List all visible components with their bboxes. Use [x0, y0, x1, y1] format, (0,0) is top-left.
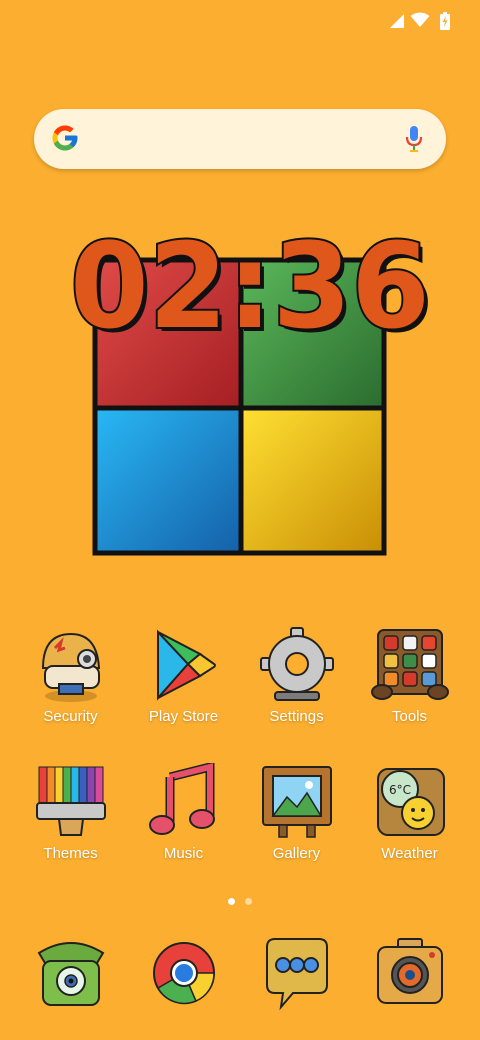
page-indicator[interactable]: [0, 898, 480, 908]
signal-icon: [390, 14, 404, 28]
weather-badge: 6°C: [388, 783, 410, 797]
app-settings[interactable]: Settings: [240, 626, 353, 725]
app-label: Settings: [269, 708, 324, 725]
app-tools[interactable]: Tools: [353, 626, 466, 725]
app-label: Security: [43, 708, 98, 725]
clock-widget[interactable]: 02:36 02:36: [60, 215, 440, 565]
security-miner-icon: [41, 632, 100, 702]
app-music[interactable]: Music: [127, 763, 240, 862]
app-label: Music: [163, 845, 204, 862]
messages-icon: [265, 938, 328, 1011]
clock-time: 02:36: [70, 217, 430, 355]
phone-icon: [37, 942, 104, 1006]
dock-phone[interactable]: [14, 935, 127, 1015]
weather-sun-icon: 6°C: [376, 768, 445, 836]
dock-browser[interactable]: [127, 935, 240, 1015]
google-g-icon: [52, 125, 78, 151]
music-note-icon: [148, 763, 215, 835]
app-label: Themes: [43, 845, 98, 862]
dock-camera[interactable]: [353, 935, 466, 1015]
wifi-icon: [410, 12, 430, 27]
app-play-store[interactable]: Play Store: [127, 626, 240, 725]
page-dot[interactable]: [245, 898, 252, 905]
page-dot-active[interactable]: [228, 898, 235, 905]
app-gallery[interactable]: Gallery: [240, 763, 353, 862]
themes-brush-icon: [35, 766, 106, 836]
tools-box-icon: [370, 629, 449, 700]
app-themes[interactable]: Themes: [14, 763, 127, 862]
gallery-frame-icon: [261, 766, 332, 838]
app-security[interactable]: Security: [14, 626, 127, 725]
microphone-icon[interactable]: [404, 124, 424, 154]
app-label: Weather: [381, 845, 438, 862]
chrome-browser-icon: [152, 942, 215, 1005]
camera-icon: [376, 938, 443, 1004]
app-weather[interactable]: 6°C Weather: [353, 763, 466, 862]
app-label: Gallery: [272, 845, 321, 862]
battery-charging-icon: [440, 12, 450, 30]
play-store-icon: [156, 629, 216, 701]
google-search-bar[interactable]: [34, 109, 446, 169]
dock-messages[interactable]: [240, 935, 353, 1015]
app-label: Play Store: [148, 708, 219, 725]
settings-gear-icon: [259, 627, 334, 701]
app-label: Tools: [391, 708, 428, 725]
status-bar: [0, 0, 480, 40]
